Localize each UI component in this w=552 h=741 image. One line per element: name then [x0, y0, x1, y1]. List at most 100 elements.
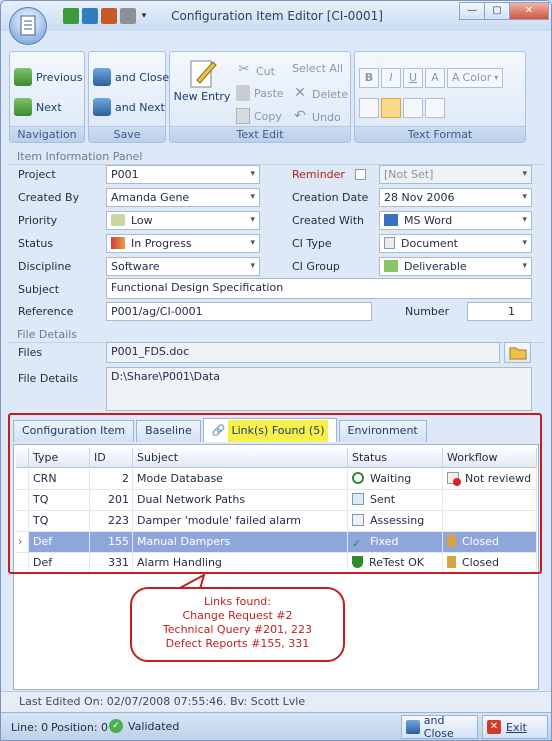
document-icon [384, 237, 395, 249]
undo-icon: ↶ [294, 108, 306, 124]
line-indicator: Line: 0 [11, 721, 49, 734]
reference-field[interactable]: P001/ag/CI-0001 [106, 302, 372, 321]
navigation-group: Previous Next Navigation [9, 51, 85, 143]
file-panel-title: File Details [17, 328, 78, 341]
align-left-icon[interactable] [381, 98, 401, 118]
exit-icon: ✕ [487, 720, 501, 734]
reminder-field[interactable]: [Not Set] [379, 165, 532, 184]
discipline-field[interactable]: Software [106, 257, 260, 276]
editor-window: ▾ Configuration Item Editor [CI-0001] — … [0, 0, 552, 741]
save-next-icon [93, 98, 111, 116]
save-group: and Close and Next Save [88, 51, 169, 143]
window-controls: — ▢ ✕ [459, 2, 549, 20]
reminder-label: Reminder [292, 168, 345, 181]
created-by-label: Created By [18, 191, 80, 204]
underline-button[interactable]: U [403, 68, 423, 88]
chevron-down-icon: ▾ [494, 73, 499, 82]
text-format-group: B I U A A Color ▾ Text Format [354, 51, 526, 143]
validated-indicator: ✓ Validated [109, 719, 179, 733]
file-details-label: File Details [18, 372, 79, 385]
callout-line: Technical Query #201, 223 [162, 623, 313, 636]
close-button[interactable]: ✕ [509, 2, 549, 20]
project-field[interactable]: P001 [106, 165, 260, 184]
created-by-field[interactable]: Amanda Gene [106, 188, 260, 207]
status-label: Status [18, 237, 54, 250]
previous-button[interactable]: Previous [14, 68, 83, 86]
scissors-icon: ✂ [238, 62, 250, 77]
creation-date-label: Creation Date [292, 191, 369, 204]
position-indicator: Position: 0 [51, 721, 109, 734]
check-circle-icon: ✓ [109, 719, 123, 733]
minimize-button[interactable]: — [459, 2, 485, 20]
copy-icon [236, 108, 250, 124]
save-close-icon [93, 68, 111, 86]
select-all-button[interactable]: Select All [292, 62, 343, 75]
bold-button[interactable]: B [359, 68, 379, 88]
links-highlight-box [8, 413, 542, 574]
font-color-icon: A [452, 71, 460, 84]
number-spinner[interactable]: 1 [467, 302, 532, 321]
reference-label: Reference [18, 305, 74, 318]
files-label: Files [18, 346, 43, 359]
title-bar: ▾ Configuration Item Editor [CI-0001] — … [1, 1, 551, 31]
save-close-icon [406, 720, 420, 734]
word-icon [384, 214, 398, 226]
font-style-row: B I U A A Color ▾ [359, 68, 504, 88]
priority-label: Priority [18, 214, 58, 227]
previous-icon [14, 68, 32, 86]
reminder-checkbox[interactable] [355, 169, 366, 180]
project-label: Project [18, 168, 56, 181]
maximize-button[interactable]: ▢ [484, 2, 510, 20]
next-button[interactable]: Next [14, 98, 62, 116]
next-icon [14, 98, 32, 116]
delete-icon: ✕ [294, 85, 306, 101]
and-close-button[interactable]: and Close [401, 714, 478, 740]
text-edit-group: New Entry ✂ Cut Paste Copy Select All ✕ De… [169, 51, 351, 143]
deliverable-icon [384, 260, 398, 272]
callout-line: Links found: [204, 595, 271, 608]
paste-button[interactable]: Paste [236, 85, 284, 101]
browse-button[interactable] [504, 342, 531, 363]
application-button[interactable] [9, 7, 47, 45]
color-button[interactable]: A Color ▾ [447, 68, 504, 88]
list-icon[interactable] [359, 98, 379, 118]
number-label: Number [405, 305, 450, 318]
font-button[interactable]: A [425, 68, 445, 88]
created-with-label: Created With [292, 214, 365, 227]
ci-group-field[interactable]: Deliverable [379, 257, 532, 276]
priority-field[interactable]: Low [106, 211, 260, 230]
italic-button[interactable]: I [381, 68, 401, 88]
new-entry-button[interactable]: New Entry [174, 58, 230, 103]
cut-button[interactable]: ✂ Cut [236, 62, 275, 80]
text-format-group-label: Text Format [355, 126, 525, 142]
copy-button[interactable]: Copy [236, 108, 282, 124]
ci-group-label: CI Group [292, 260, 340, 273]
align-center-icon[interactable] [403, 98, 423, 118]
save-and-close-button[interactable]: and Close [93, 68, 169, 86]
save-and-next-button[interactable]: and Next [93, 98, 165, 116]
document-icon [20, 15, 36, 36]
created-with-field[interactable]: MS Word [379, 211, 532, 230]
align-right-icon[interactable] [425, 98, 445, 118]
exit-button[interactable]: ✕ Exit [482, 715, 548, 739]
ci-type-field[interactable]: Document [379, 234, 532, 253]
new-entry-icon [190, 60, 217, 88]
undo-button[interactable]: ↶ Undo [292, 108, 341, 126]
subject-label: Subject [18, 283, 60, 296]
folder-icon [509, 347, 527, 360]
tag-icon [111, 214, 125, 226]
navigation-group-label: Navigation [10, 126, 84, 142]
last-edited-info: Last Edited On: 02/07/2008 07:55:46. Bv:… [1, 691, 551, 711]
creation-date-field[interactable]: 28 Nov 2006 [379, 188, 532, 207]
clipboard-icon [236, 85, 250, 101]
files-field[interactable]: P001_FDS.doc [106, 342, 500, 363]
status-bar: Line: 0 Position: 0 ✓ Validated and Clos… [1, 712, 551, 740]
ci-type-label: CI Type [292, 237, 332, 250]
paragraph-row [359, 98, 445, 118]
file-details-field[interactable]: D:\Share\P001\Data [106, 367, 532, 411]
item-panel-title: Item Information Panel [17, 150, 143, 163]
links-callout: Links found: Change Request #2 Technical… [130, 587, 345, 662]
delete-button[interactable]: ✕ Delete [292, 85, 348, 103]
status-field[interactable]: In Progress [106, 234, 260, 253]
subject-field[interactable]: Functional Design Specification [106, 278, 532, 299]
